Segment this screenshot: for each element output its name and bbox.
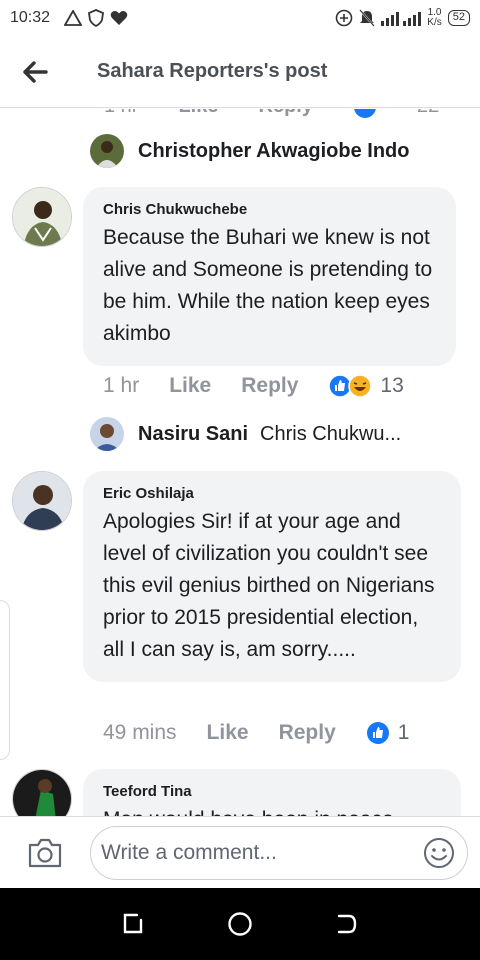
reply-button[interactable]: Reply xyxy=(259,109,313,125)
comment-input[interactable] xyxy=(101,840,421,865)
recents-button[interactable] xyxy=(113,904,153,944)
thread-edge xyxy=(0,600,10,760)
cut-off-meta-row: 1 hr Like Reply 22 xyxy=(104,109,439,125)
comment-time: 1 hr xyxy=(103,374,140,397)
recents-icon xyxy=(124,913,143,934)
network-speed: 1.0 K/s xyxy=(427,7,442,28)
haha-reaction-icon xyxy=(348,374,373,398)
comment-text: Because the Buhari we knew is not alive … xyxy=(103,226,433,345)
system-nav-bar xyxy=(0,888,480,960)
like-button[interactable]: Like xyxy=(169,374,211,398)
like-button[interactable]: Like xyxy=(178,109,218,125)
comment-bubble[interactable]: Chris Chukwuchebe Because the Buhari we … xyxy=(83,187,456,366)
comment-meta: 1 hr Like Reply 13 xyxy=(103,374,404,398)
status-time: 10:32 xyxy=(10,9,51,26)
mute-icon xyxy=(359,9,376,27)
comment-text: Man would have been in peace xyxy=(103,804,441,816)
comment-time: 1 hr xyxy=(104,109,138,125)
data-saver-icon xyxy=(335,9,353,27)
reactions[interactable] xyxy=(366,721,390,745)
back-arrow-icon xyxy=(23,60,48,83)
signal-icon xyxy=(381,12,422,26)
battery-indicator: 52 xyxy=(447,10,470,26)
reaction-like-icon xyxy=(353,109,377,125)
emoji-button[interactable] xyxy=(421,835,457,871)
reaction-count: 13 xyxy=(380,374,404,397)
avatar[interactable] xyxy=(12,471,72,531)
comment-input-wrapper[interactable] xyxy=(90,825,468,880)
reply-button[interactable]: Reply xyxy=(279,721,336,745)
reactions[interactable] xyxy=(328,374,373,398)
reply-author-name[interactable]: Nasiru Sani xyxy=(138,423,248,446)
comment-composer xyxy=(0,816,480,888)
avatar[interactable] xyxy=(12,187,72,247)
avatar[interactable] xyxy=(90,134,124,168)
camera-button[interactable] xyxy=(0,817,90,889)
like-button[interactable]: Like xyxy=(207,721,249,745)
comment-author[interactable]: Teeford Tina xyxy=(103,783,441,800)
comments-list[interactable]: 1 hr Like Reply 22 Christopher Akwagiobe… xyxy=(0,109,480,816)
shield-icon xyxy=(88,9,105,27)
avatar[interactable] xyxy=(90,417,124,451)
home-button[interactable] xyxy=(220,904,260,944)
heart-icon xyxy=(110,11,128,25)
smiley-icon xyxy=(424,837,454,868)
reaction-count: 1 xyxy=(397,721,410,744)
header: Sahara Reporters's post xyxy=(0,36,480,108)
reaction-count: 22 xyxy=(417,109,439,125)
avatar[interactable] xyxy=(12,769,72,816)
comment-bubble[interactable]: Eric Oshilaja Apologies Sir! if at your … xyxy=(83,471,461,682)
status-bar: 10:32 1.0 K/s 52 xyxy=(0,0,480,36)
comment-meta: 49 mins Like Reply 1 xyxy=(103,721,409,745)
back-button[interactable] xyxy=(0,36,70,108)
like-reaction-icon xyxy=(366,722,389,744)
camera-icon xyxy=(28,838,62,867)
warning-icon xyxy=(64,10,83,26)
comment-author[interactable]: Eric Oshilaja xyxy=(103,485,441,502)
page-title: Sahara Reporters's post xyxy=(97,60,328,82)
comment-text: Apologies Sir! if at your age and level … xyxy=(103,510,435,661)
reply-author-name[interactable]: Christopher Akwagiobe Indo xyxy=(138,140,410,163)
back-nav-icon xyxy=(337,914,356,934)
back-nav-button[interactable] xyxy=(327,904,367,944)
reply-preview[interactable]: Christopher Akwagiobe Indo xyxy=(90,134,410,168)
comment-bubble[interactable]: Teeford Tina Man would have been in peac… xyxy=(83,769,461,816)
home-icon xyxy=(228,912,252,936)
reply-snippet: Chris Chukwu... xyxy=(260,422,402,445)
reply-preview[interactable]: Nasiru Sani Chris Chukwu... xyxy=(90,417,401,451)
reply-button[interactable]: Reply xyxy=(241,374,298,398)
comment-author[interactable]: Chris Chukwuchebe xyxy=(103,201,436,218)
comment-time: 49 mins xyxy=(103,721,177,744)
